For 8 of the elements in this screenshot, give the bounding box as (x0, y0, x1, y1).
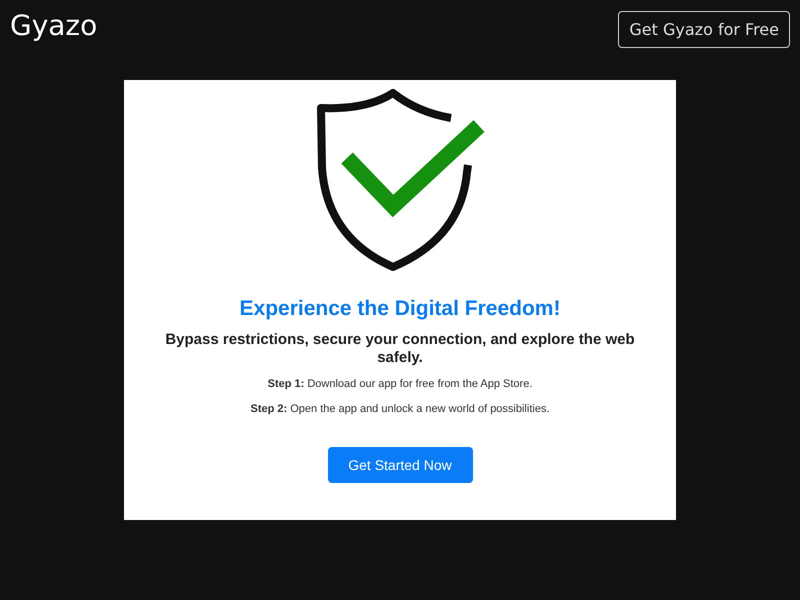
step-text: Step 1: Download our app for free from the App Store. (268, 377, 532, 391)
step-text: Step 2: Open the app and unlock a new world of possibilities. (250, 402, 550, 416)
subheadline: Bypass restrictions, secure your connection, and explore the web safely. (164, 331, 636, 367)
shield-check-icon (314, 88, 486, 272)
headline: Experience the Digital Freedom! (240, 296, 560, 322)
gyazo-logo[interactable]: Gyazo (10, 11, 98, 41)
get-started-button[interactable]: Get Started Now (328, 447, 472, 483)
get-app-button[interactable]: Get Gyazo for Free (618, 11, 790, 48)
